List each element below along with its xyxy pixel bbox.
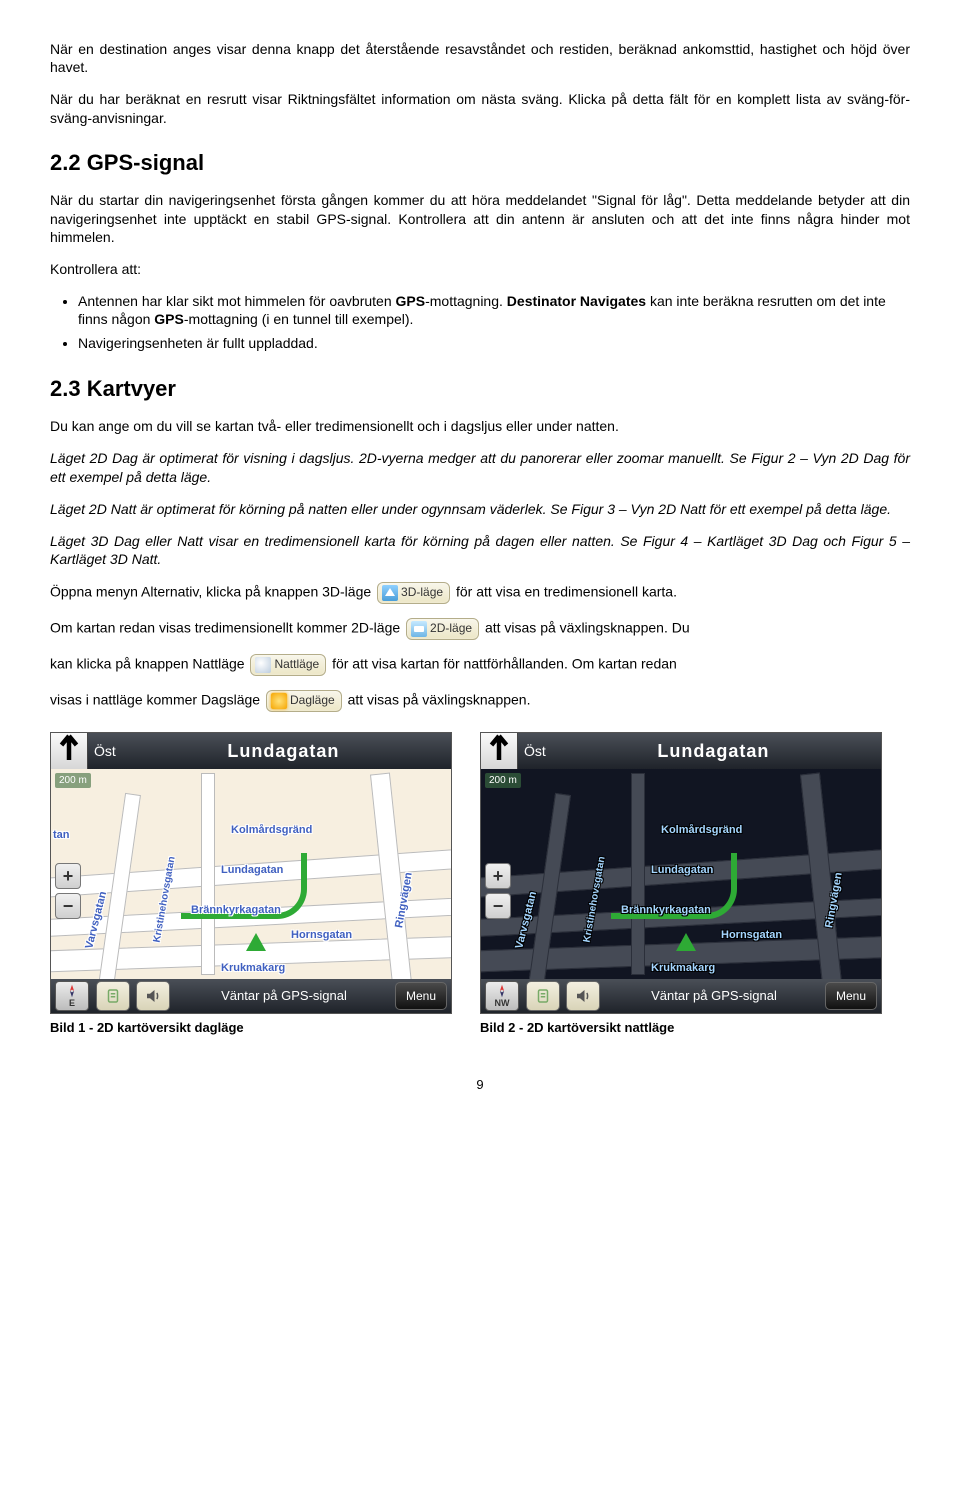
menu-button[interactable]: Menu [825,982,877,1010]
figure-caption: Bild 2 - 2D kartöversikt nattläge [480,1020,880,1037]
paragraph: kan klicka på knappen Nattläge Nattläge … [50,654,910,676]
street-label: Kristinehovsgatan [581,856,609,944]
street-label: Lundagatan [221,863,283,877]
paragraph: Du kan ange om du vill se kartan två- el… [50,417,910,435]
paragraph: Läget 2D Natt är optimerat för körning p… [50,500,910,518]
section-2-2-title: 2.2 GPS-signal [50,149,910,178]
map-bottombar: NW Väntar på GPS-signal Menu [481,979,881,1013]
gps-status: Väntar på GPS-signal [173,988,395,1005]
map-night-block: Öst Lundagatan 200 m Kolmårdsgränd Lunda… [480,732,880,1037]
map-topbar: Öst Lundagatan [481,733,881,769]
direction-arrow-icon[interactable] [481,733,518,769]
info-button[interactable] [526,981,560,1011]
street-label: tan [53,828,70,842]
3d-mode-button[interactable]: 3D-läge [377,582,450,604]
page-number: 9 [50,1077,910,1094]
street-label: Brännkyrkagatan [191,903,281,917]
street-label: Hornsgatan [291,928,352,942]
zoom-out-button[interactable]: − [55,893,81,919]
street-label: Brännkyrkagatan [621,903,711,917]
3d-icon [382,585,398,601]
zoom-out-button[interactable]: − [485,893,511,919]
current-street: Lundagatan [546,740,881,763]
paragraph: När du har beräknat en resrutt visar Rik… [50,90,910,126]
moon-icon [255,657,271,673]
street-label: Kristinehovsgatan [151,856,179,944]
scale-badge: 200 m [55,773,91,788]
day-mode-button[interactable]: Dagläge [266,690,342,712]
street-label: Krukmakarg [221,961,285,975]
sun-icon [271,693,287,709]
zoom-in-button[interactable]: + [55,863,81,889]
direction-label: Öst [524,742,546,760]
compass-icon[interactable]: E [55,981,89,1011]
zoom-in-button[interactable]: + [485,863,511,889]
paragraph: Om kartan redan visas tredimensionellt k… [50,618,910,640]
section-2-3-title: 2.3 Kartvyer [50,375,910,404]
night-mode-button[interactable]: Nattläge [250,654,326,676]
map-figures-row: Öst Lundagatan 200 m Kolmårdsgränd Lunda… [50,732,910,1037]
list-item: Antennen har klar sikt mot himmelen för … [78,292,910,328]
street-label: Krukmakarg [651,961,715,975]
current-street: Lundagatan [116,740,451,763]
paragraph: Kontrollera att: [50,260,910,278]
paragraph: När du startar din navigeringsenhet förs… [50,191,910,246]
map-night[interactable]: Öst Lundagatan 200 m Kolmårdsgränd Lunda… [480,732,882,1014]
menu-button[interactable]: Menu [395,982,447,1010]
check-list: Antennen har klar sikt mot himmelen för … [50,292,910,353]
position-cursor-icon [246,933,266,951]
street-label: Hornsgatan [721,928,782,942]
2d-mode-button[interactable]: 2D-läge [406,618,479,640]
direction-label: Öst [94,742,116,760]
list-item: Navigeringsenheten är fullt uppladdad. [78,334,910,352]
figure-caption: Bild 1 - 2D kartöversikt dagläge [50,1020,450,1037]
position-cursor-icon [676,933,696,951]
street-label: Kolmårdsgränd [661,823,742,837]
street-label: Kolmårdsgränd [231,823,312,837]
paragraph: Läget 2D Dag är optimerat för visning i … [50,449,910,485]
map-topbar: Öst Lundagatan [51,733,451,769]
map-bottombar: E Väntar på GPS-signal Menu [51,979,451,1013]
info-button[interactable] [96,981,130,1011]
2d-icon [411,621,427,637]
direction-arrow-icon[interactable] [51,733,88,769]
paragraph: Öppna menyn Alternativ, klicka på knappe… [50,582,910,604]
paragraph: När en destination anges visar denna kna… [50,40,910,76]
map-day-block: Öst Lundagatan 200 m Kolmårdsgränd Lunda… [50,732,450,1037]
sound-button[interactable] [566,981,600,1011]
map-day[interactable]: Öst Lundagatan 200 m Kolmårdsgränd Lunda… [50,732,452,1014]
gps-status: Väntar på GPS-signal [603,988,825,1005]
paragraph: Läget 3D Dag eller Natt visar en tredime… [50,532,910,568]
compass-icon[interactable]: NW [485,981,519,1011]
sound-button[interactable] [136,981,170,1011]
street-label: Lundagatan [651,863,713,877]
scale-badge: 200 m [485,773,521,788]
paragraph: visas i nattläge kommer Dagsläge Dagläge… [50,690,910,712]
